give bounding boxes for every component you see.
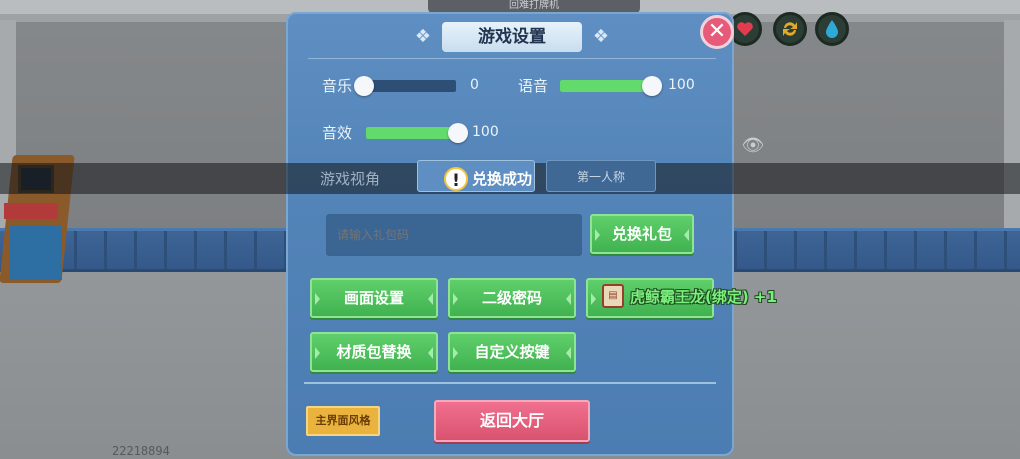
reward-text: 虎鲸霸王龙(绑定) +1	[630, 287, 777, 306]
reward-popup: ▤ 虎鲸霸王龙(绑定) +1	[602, 283, 777, 309]
voice-label: 语音	[518, 77, 549, 95]
warning-icon: !	[444, 166, 468, 191]
sfx-value: 100	[472, 124, 499, 140]
ornament-right-icon: ❖	[592, 26, 610, 47]
graphics-settings-button[interactable]: 画面设置	[310, 278, 438, 318]
sfx-slider[interactable]	[366, 123, 468, 143]
title-divider	[308, 58, 716, 59]
toast-notification: ! 兑换成功	[444, 163, 532, 194]
gift-code-input[interactable]	[326, 214, 582, 256]
custom-keys-button[interactable]: 自定义按键	[448, 332, 576, 372]
settings-dialog: ❖ 游戏设置 ❖ 音乐 0 语音 100 音效 100 兑换礼包 画面设置 二级…	[286, 12, 734, 456]
sfx-slider-fill	[366, 127, 458, 139]
version-label: 22218894	[112, 444, 170, 458]
close-button[interactable]: ✕	[700, 15, 734, 49]
secondary-password-button[interactable]: 二级密码	[448, 278, 576, 318]
title-plate: ❖ 游戏设置 ❖	[408, 22, 616, 52]
bottom-divider	[304, 382, 716, 384]
sfx-label: 音效	[322, 124, 353, 142]
voice-slider-knob[interactable]	[642, 76, 662, 96]
eye-icon[interactable]: 👁	[740, 136, 766, 156]
ornament-left-icon: ❖	[414, 26, 432, 47]
music-label: 音乐	[322, 77, 353, 95]
texture-pack-button[interactable]: 材质包替换	[310, 332, 438, 372]
ui-style-button[interactable]: 主界面风格	[306, 406, 380, 436]
sfx-slider-knob[interactable]	[448, 123, 468, 143]
refresh-icon[interactable]	[773, 12, 807, 46]
music-slider-knob[interactable]	[354, 76, 374, 96]
toast-text: 兑换成功	[472, 170, 533, 188]
water-drop-icon[interactable]	[815, 12, 849, 46]
voice-value: 100	[668, 77, 695, 93]
back-to-lobby-button[interactable]: 返回大厅	[434, 400, 590, 442]
music-value: 0	[470, 77, 479, 93]
view-label: 游戏视角	[320, 170, 381, 188]
music-slider[interactable]	[354, 76, 456, 96]
item-card-icon: ▤	[602, 284, 624, 308]
redeem-gift-button[interactable]: 兑换礼包	[590, 214, 694, 254]
dialog-title: 游戏设置	[478, 27, 546, 47]
voice-slider[interactable]	[560, 76, 662, 96]
voice-slider-fill	[560, 80, 652, 92]
view-option-first-person[interactable]: 第一人称	[546, 160, 656, 192]
